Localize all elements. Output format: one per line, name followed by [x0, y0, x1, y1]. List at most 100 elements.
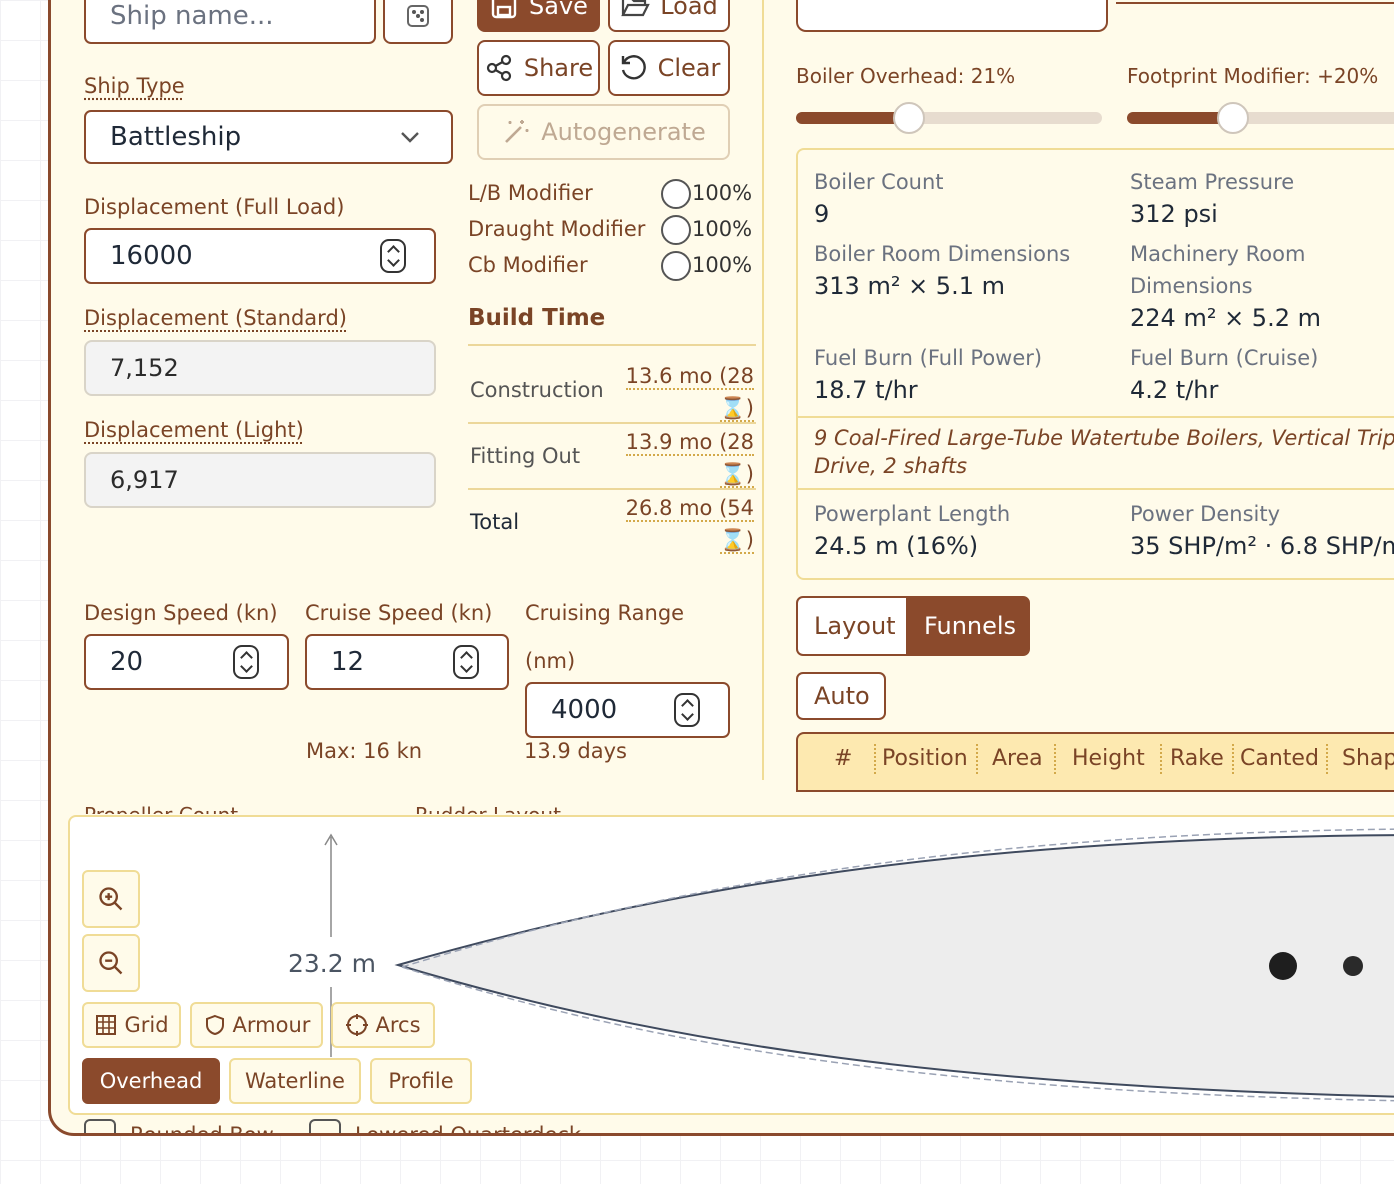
tab-layout[interactable]: Layout — [796, 596, 908, 656]
design-speed-label: Design Speed (kn) — [84, 601, 278, 625]
crosshair-icon — [346, 1014, 369, 1036]
boiler-overhead-label: Boiler Overhead: 21% — [796, 64, 1016, 88]
slider-thumb[interactable] — [893, 102, 925, 134]
col-area: Area — [992, 746, 1043, 771]
rudder-layout-label: Rudder Layout — [415, 800, 561, 814]
construction-label: Construction — [470, 378, 604, 402]
hull-outline — [394, 834, 1394, 1098]
tab-funnels[interactable]: Funnels — [906, 596, 1030, 656]
machinery-room-value: 224 m² × 5.2 m — [1130, 304, 1321, 332]
view-profile-button[interactable]: Profile — [370, 1058, 472, 1104]
ship-canvas[interactable]: 23.2 m Grid Armour Arcs Overhead Waterli… — [68, 815, 1394, 1115]
armour-toggle-label: Armour — [232, 1013, 311, 1037]
auto-button[interactable]: Auto — [796, 672, 886, 720]
footprint-modifier-slider[interactable] — [1127, 102, 1394, 134]
ship-name-input[interactable]: Ship name... — [84, 0, 376, 44]
displacement-full-input[interactable]: 16000 — [84, 228, 436, 284]
chevron-down-icon — [401, 132, 419, 143]
view-overhead-button[interactable]: Overhead — [82, 1058, 220, 1104]
share-button[interactable]: Share — [477, 40, 600, 96]
powerplant-length-value: 24.5 m (16%) — [814, 532, 979, 560]
stepper-icon[interactable] — [674, 693, 700, 727]
load-button-label: Load — [660, 0, 718, 20]
lowered-quarterdeck-label: Lowered Quarterdeck — [355, 1120, 581, 1133]
boiler-count-value: 9 — [814, 200, 830, 228]
funnel-marker[interactable] — [1269, 952, 1297, 980]
powerplant-length-label: Powerplant Length — [814, 502, 1011, 526]
stepper-icon[interactable] — [380, 239, 406, 273]
zoom-out-button[interactable] — [82, 934, 140, 992]
slider-thumb[interactable] — [1217, 102, 1249, 134]
fuel-cruise-label: Fuel Burn (Cruise) — [1130, 346, 1319, 370]
share-icon — [486, 54, 511, 82]
load-button[interactable]: Load — [608, 0, 730, 32]
zoom-in-icon — [99, 887, 123, 911]
powerplant-description-2: Drive, 2 shafts — [814, 454, 968, 478]
boiler-overhead-slider[interactable] — [796, 102, 1102, 134]
construction-months: 13.6 mo (28 — [625, 364, 754, 390]
armour-toggle[interactable]: Armour — [190, 1002, 323, 1048]
lowered-quarterdeck-checkbox[interactable] — [309, 1119, 341, 1133]
machinery-room-label: Machinery Room — [1130, 242, 1306, 266]
dropdown-field[interactable] — [796, 0, 1108, 32]
cruise-speed-input[interactable]: 12 — [305, 634, 509, 690]
stepper-icon[interactable] — [233, 645, 259, 679]
fitting-out-label: Fitting Out — [470, 444, 581, 468]
power-density-value: 35 SHP/m² · 6.8 SHP/m — [1130, 532, 1394, 560]
cruising-range-value: 4000 — [551, 695, 618, 725]
col-rake: Rake — [1170, 746, 1224, 771]
clear-button-label: Clear — [657, 54, 721, 82]
draught-modifier-value: 100% — [692, 217, 753, 241]
divider — [468, 344, 756, 346]
divider — [468, 488, 756, 490]
hourglass-icon: ⌛) — [719, 528, 754, 554]
total-value: 26.8 mo (54 ⌛) — [600, 492, 754, 556]
save-icon — [491, 0, 517, 19]
save-button[interactable]: Save — [477, 0, 600, 32]
dice-icon — [407, 5, 429, 27]
clear-button[interactable]: Clear — [608, 40, 730, 96]
draught-modifier-knob[interactable] — [661, 215, 691, 245]
build-time-title: Build Time — [468, 305, 606, 331]
arcs-toggle-label: Arcs — [375, 1013, 421, 1037]
autogenerate-button[interactable]: Autogenerate — [477, 104, 730, 160]
col-canted: Canted — [1240, 746, 1319, 771]
ship-type-value: Battleship — [110, 122, 242, 152]
col-height: Height — [1072, 746, 1145, 771]
cruising-range-input[interactable]: 4000 — [525, 682, 730, 738]
cb-modifier-knob[interactable] — [661, 251, 691, 281]
col-number: # — [834, 746, 853, 771]
rounded-bow-checkbox[interactable] — [84, 1119, 116, 1133]
divider — [1116, 2, 1394, 4]
funnel-marker[interactable] — [1343, 956, 1363, 976]
stepper-icon[interactable] — [453, 645, 479, 679]
divider — [1326, 744, 1328, 774]
col-position: Position — [882, 746, 968, 771]
divider — [468, 422, 756, 424]
divider — [1160, 744, 1162, 774]
lb-modifier-label: L/B Modifier — [468, 181, 593, 205]
boiler-room-value: 313 m² × 5.1 m — [814, 272, 1005, 300]
fuel-full-label: Fuel Burn (Full Power) — [814, 346, 1043, 370]
autogenerate-label: Autogenerate — [541, 118, 706, 146]
rounded-bow-label: Rounded Bow — [130, 1120, 274, 1133]
share-button-label: Share — [523, 54, 594, 82]
grid-toggle-label: Grid — [124, 1013, 169, 1037]
grid-toggle[interactable]: Grid — [82, 1002, 181, 1048]
fuel-cruise-value: 4.2 t/hr — [1130, 376, 1219, 404]
displacement-standard-field: 7,152 — [84, 340, 436, 396]
lb-modifier-knob[interactable] — [661, 179, 691, 209]
total-label: Total — [470, 510, 520, 534]
arcs-toggle[interactable]: Arcs — [331, 1002, 435, 1048]
divider — [1232, 744, 1234, 774]
divider — [874, 744, 876, 774]
zoom-in-button[interactable] — [82, 870, 140, 928]
random-name-button[interactable] — [383, 0, 453, 44]
design-speed-input[interactable]: 20 — [84, 634, 289, 690]
view-waterline-button[interactable]: Waterline — [229, 1058, 361, 1104]
column-divider — [762, 0, 764, 780]
cruising-range-hint: 13.9 days — [524, 739, 628, 763]
ship-type-select[interactable]: Battleship — [84, 110, 453, 164]
beam-dimension-label: 23.2 m — [288, 949, 376, 978]
displacement-standard-label: Displacement (Standard) — [84, 306, 347, 330]
